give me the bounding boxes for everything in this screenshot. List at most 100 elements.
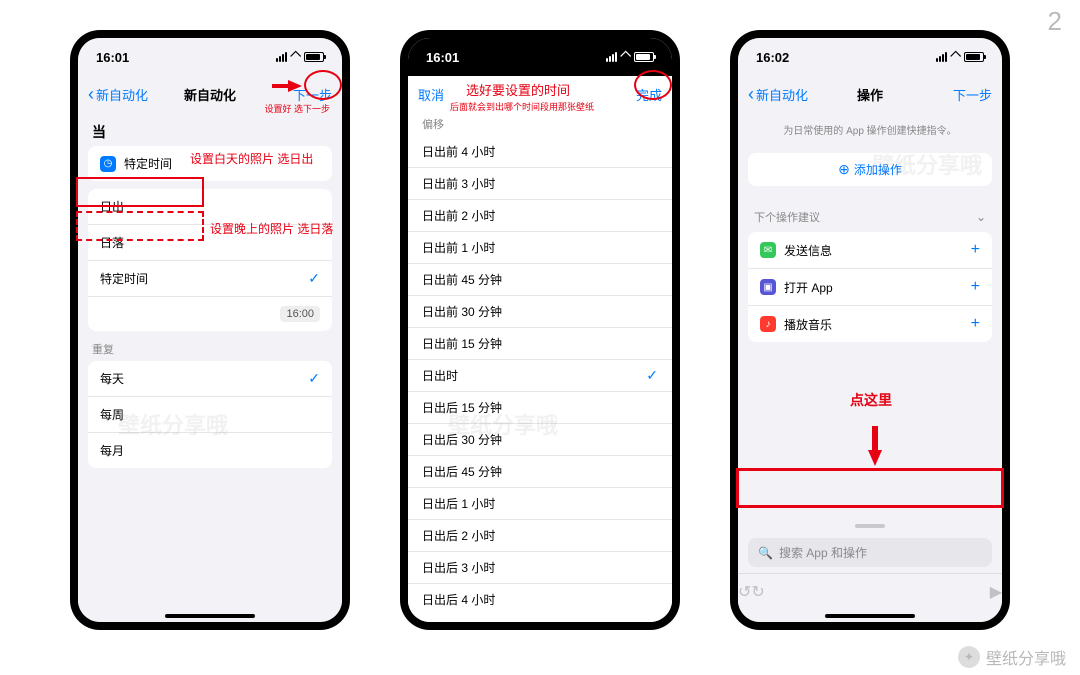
repeat-daily[interactable]: 每天✓: [88, 361, 332, 397]
suggestion-send-message[interactable]: ✉ 发送信息 +: [748, 232, 992, 269]
status-time: 16:01: [96, 50, 129, 65]
redo-button[interactable]: ↻: [751, 582, 764, 602]
battery-icon: [634, 52, 654, 62]
page-number: 2: [1048, 6, 1062, 37]
signal-icon: [606, 52, 617, 62]
signal-icon: [936, 52, 947, 62]
cancel-label: 取消: [418, 85, 444, 104]
search-input[interactable]: 🔍 搜索 App 和操作: [748, 538, 992, 567]
row-time-value[interactable]: 16:00: [88, 297, 332, 331]
status-bar: 16:01: [78, 38, 342, 76]
status-time: 16:01: [426, 50, 459, 65]
row-label: 日出后 30 分钟: [422, 431, 502, 448]
home-indicator: [825, 614, 915, 618]
chevron-down-icon: ⌄: [976, 210, 986, 224]
suggestion-play-music[interactable]: ♪ 播放音乐 +: [748, 306, 992, 342]
row-label: 播放音乐: [784, 316, 832, 333]
nav-header: ‹ 新自动化 新自动化 下一步: [78, 76, 342, 112]
section-when: 当: [78, 112, 342, 146]
plus-icon: +: [971, 278, 980, 296]
plus-circle-icon: [838, 161, 850, 178]
option-sunrise[interactable]: 日出: [88, 189, 332, 225]
search-icon: 🔍: [758, 546, 773, 560]
offset-option[interactable]: 日出前 15 分钟: [408, 328, 672, 360]
cancel-button[interactable]: 取消: [418, 85, 444, 104]
offset-option[interactable]: 日出后 4 小时: [408, 584, 672, 615]
section-repeat-label: 重复: [78, 331, 342, 361]
suggestion-header-label: 下个操作建议: [754, 209, 820, 225]
status-icons: [276, 49, 324, 66]
row-specific-time[interactable]: ◷特定时间: [88, 146, 332, 181]
suggestion-header[interactable]: 下个操作建议 ⌄: [738, 202, 1002, 232]
row-label: 日出后 1 小时: [422, 495, 495, 512]
wifi-icon: [290, 49, 301, 66]
clock-icon: ◷: [100, 156, 116, 172]
back-label: 新自动化: [96, 85, 148, 104]
back-button[interactable]: ‹ 新自动化: [748, 85, 808, 104]
row-label: 日出时: [422, 367, 458, 384]
row-label: 日出前 30 分钟: [422, 303, 502, 320]
done-button[interactable]: 完成: [636, 85, 662, 104]
run-button[interactable]: ▶: [990, 582, 1002, 602]
row-label: 日出前 15 分钟: [422, 335, 502, 352]
offset-option[interactable]: 日出后 15 分钟: [408, 392, 672, 424]
checkmark-icon: ✓: [646, 367, 658, 384]
plus-icon: +: [971, 241, 980, 259]
offset-option[interactable]: 日出前 1 小时: [408, 232, 672, 264]
row-label: 每周: [100, 406, 124, 423]
offset-option[interactable]: 日出后 1 小时: [408, 488, 672, 520]
offset-option[interactable]: 日出前 3 小时: [408, 168, 672, 200]
back-button[interactable]: ‹ 新自动化: [88, 85, 148, 104]
offset-option[interactable]: 日出前 2 小时: [408, 200, 672, 232]
offset-option[interactable]: 日出前 30 分钟: [408, 296, 672, 328]
repeat-monthly[interactable]: 每月: [88, 433, 332, 468]
option-sunset[interactable]: 日落: [88, 225, 332, 261]
status-time: 16:02: [756, 50, 789, 65]
nav-title: 新自动化: [184, 85, 236, 104]
music-icon: ♪: [760, 316, 776, 332]
row-label: 日落: [100, 234, 124, 251]
next-button[interactable]: 下一步: [293, 85, 332, 104]
row-label: 打开 App: [784, 279, 833, 296]
wechat-icon: ✦: [958, 646, 980, 668]
next-button[interactable]: 下一步: [953, 85, 992, 104]
status-icons: [936, 49, 984, 66]
wifi-icon: [620, 49, 631, 66]
row-label: 日出前 3 小时: [422, 175, 495, 192]
app-icon: ▣: [760, 279, 776, 295]
message-icon: ✉: [760, 242, 776, 258]
row-label: 特定时间: [100, 270, 148, 287]
row-label: 发送信息: [784, 242, 832, 259]
row-label: 日出后 45 分钟: [422, 463, 502, 480]
nav-title: 操作: [857, 85, 883, 104]
option-specific-time[interactable]: 特定时间 ✓: [88, 261, 332, 297]
battery-icon: [964, 52, 984, 62]
offset-option[interactable]: 日出时 ✓: [408, 360, 672, 392]
battery-icon: [304, 52, 324, 62]
phone-screenshot-3: 16:02 ‹ 新自动化 操作 下一步 为日常使用的 App 操作创建快捷指令。…: [730, 30, 1010, 630]
sheet-grabber[interactable]: [855, 524, 885, 528]
offset-option[interactable]: 日出后 3 小时: [408, 552, 672, 584]
offset-option[interactable]: 日出前 4 小时: [408, 136, 672, 168]
watermark-text: 壁纸分享哦: [986, 645, 1066, 669]
row-label: 每天: [100, 370, 124, 387]
offset-option[interactable]: 日出后 45 分钟: [408, 456, 672, 488]
offset-option[interactable]: 日出后 30 分钟: [408, 424, 672, 456]
row-label: 日出前 45 分钟: [422, 271, 502, 288]
toolbar: ↺ ↻ ▶: [738, 573, 1002, 610]
search-placeholder: 搜索 App 和操作: [779, 544, 867, 561]
offset-option[interactable]: 日出后 2 小时: [408, 520, 672, 552]
chevron-left-icon: ‹: [748, 85, 754, 103]
undo-button[interactable]: ↺: [738, 582, 751, 602]
suggestion-open-app[interactable]: ▣ 打开 App +: [748, 269, 992, 306]
watermark: ✦ 壁纸分享哦: [958, 645, 1066, 669]
offset-option[interactable]: 日出前 45 分钟: [408, 264, 672, 296]
repeat-weekly[interactable]: 每周: [88, 397, 332, 433]
signal-icon: [276, 52, 287, 62]
status-bar: 16:01: [408, 38, 672, 76]
chevron-left-icon: ‹: [88, 85, 94, 103]
row-label: 每月: [100, 442, 124, 459]
row-label: 日出后 15 分钟: [422, 399, 502, 416]
add-action-button[interactable]: 添加操作: [748, 153, 992, 186]
plus-icon: +: [971, 315, 980, 333]
